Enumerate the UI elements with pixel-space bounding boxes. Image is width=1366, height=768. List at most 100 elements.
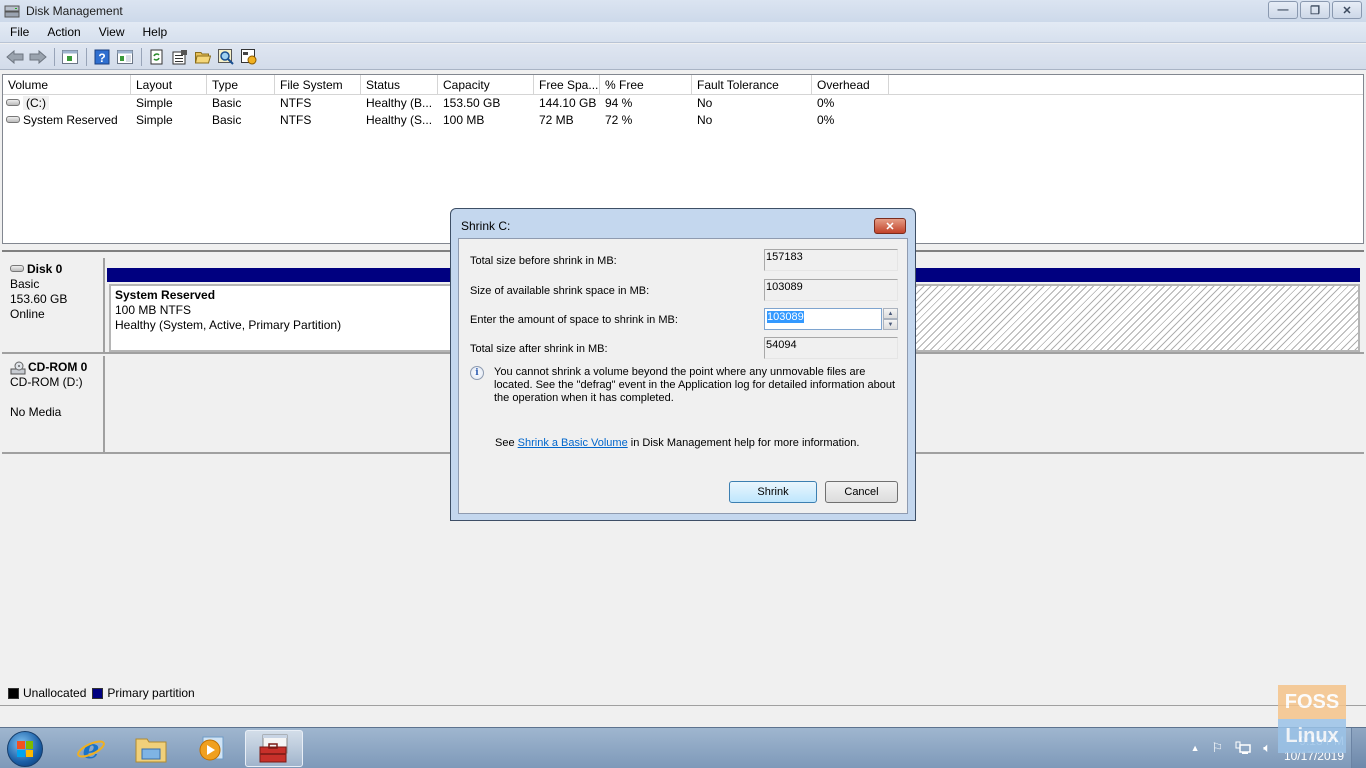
cdrom-state: No Media [10, 405, 62, 419]
forward-button[interactable] [27, 47, 49, 67]
disk-icon [10, 265, 24, 272]
toolbar-separator [86, 47, 87, 66]
toolbar-separator [141, 47, 142, 66]
folder-icon [135, 738, 167, 762]
cdrom-name: CD-ROM 0 [28, 360, 88, 374]
column-header-status[interactable]: Status [361, 75, 438, 94]
show-hide-action-pane-button[interactable] [114, 47, 136, 67]
properties-button[interactable] [169, 47, 191, 67]
disk-0-label[interactable]: Disk 0 Basic 153.60 GB Online [2, 258, 105, 352]
column-header-fault-tolerance[interactable]: Fault Tolerance [692, 75, 812, 94]
available-shrink-label: Size of available shrink space in MB: [470, 285, 650, 297]
column-header-free-space[interactable]: Free Spa... [534, 75, 600, 94]
shrink-help-link[interactable]: Shrink a Basic Volume [518, 437, 628, 449]
disk-size: 153.60 GB [10, 292, 68, 306]
internet-explorer-icon: e [77, 735, 105, 764]
shrink-amount-label: Enter the amount of space to shrink in M… [470, 314, 678, 326]
status-cell: Healthy (B... [366, 96, 433, 110]
help-prefix: See [495, 437, 518, 449]
svg-text:?: ? [98, 51, 105, 65]
refresh-icon [150, 49, 163, 64]
table-row[interactable]: (C:) Simple Basic NTFS Healthy (B... 153… [3, 95, 1363, 112]
menu-view[interactable]: View [89, 25, 133, 39]
column-header-percent-free[interactable]: % Free [600, 75, 692, 94]
column-header-capacity[interactable]: Capacity [438, 75, 534, 94]
column-header-file-system[interactable]: File System [275, 75, 361, 94]
dialog-title: Shrink C: [461, 219, 511, 233]
menu-bar: File Action View Help [0, 22, 1366, 43]
show-desktop-button[interactable] [1351, 728, 1366, 768]
partition-system-reserved[interactable]: System Reserved 100 MB NTFS Healthy (Sys… [109, 284, 454, 352]
refresh-button[interactable] [146, 47, 168, 67]
partition-detail: 100 MB NTFS [115, 303, 192, 317]
legend-swatch-unallocated [8, 687, 19, 699]
back-button[interactable] [4, 47, 26, 67]
network-icon[interactable] [1235, 741, 1251, 755]
help-button[interactable]: ? [91, 47, 113, 67]
menu-action[interactable]: Action [37, 25, 88, 39]
cancel-button[interactable]: Cancel [825, 481, 898, 503]
cdrom-0-label[interactable]: CD-ROM 0 CD-ROM (D:) No Media [2, 356, 105, 452]
windows-logo-icon [17, 741, 33, 757]
taskbar-media-player[interactable] [182, 730, 240, 767]
column-header-layout[interactable]: Layout [131, 75, 207, 94]
fault-tolerance-cell: No [697, 96, 713, 110]
back-icon [6, 49, 24, 64]
show-hidden-icons-button[interactable]: ▲ [1191, 743, 1200, 753]
table-row[interactable]: System Reserved Simple Basic NTFS Health… [3, 112, 1363, 129]
percent-free-cell: 72 % [605, 113, 633, 127]
help-line: See Shrink a Basic Volume in Disk Manage… [495, 437, 859, 449]
start-button[interactable] [7, 731, 43, 767]
media-player-icon [199, 736, 224, 760]
volume-icon[interactable]: 🔈︎ [1263, 740, 1271, 756]
column-header-volume[interactable]: Volume [3, 75, 131, 94]
available-shrink-value: 103089 [764, 279, 898, 301]
close-button[interactable]: ✕ [1332, 1, 1362, 19]
info-text: You cannot shrink a volume beyond the po… [494, 366, 896, 404]
menu-help[interactable]: Help [133, 25, 176, 39]
taskbar-windows-explorer[interactable] [122, 730, 180, 767]
search-button[interactable] [215, 47, 237, 67]
taskbar: e ▲ ⚐ 🔈︎ 9:13 PM 10/17/2019 [0, 727, 1366, 768]
shrink-amount-input[interactable]: 103089 [764, 308, 882, 330]
list-header: Volume Layout Type File System Status Ca… [3, 75, 1363, 95]
cdrom-icon [10, 361, 26, 374]
minimize-button[interactable]: — [1268, 1, 1298, 19]
taskbar-internet-explorer[interactable]: e [62, 730, 120, 767]
column-header-type[interactable]: Type [207, 75, 275, 94]
legend-label-primary: Primary partition [107, 686, 195, 700]
legend-swatch-primary [92, 687, 104, 699]
system-tray: ▲ ⚐ 🔈︎ [1191, 740, 1271, 756]
spin-up-button[interactable]: ▲ [883, 308, 898, 319]
volume-name: System Reserved [23, 113, 118, 127]
shrink-button[interactable]: Shrink [729, 481, 817, 503]
type-cell: Basic [212, 96, 242, 110]
total-before-value: 157183 [764, 249, 898, 271]
restore-button[interactable]: ❐ [1300, 1, 1330, 19]
dialog-close-button[interactable]: ✕ [874, 218, 906, 234]
column-header-overhead[interactable]: Overhead [812, 75, 889, 94]
spin-down-button[interactable]: ▼ [883, 319, 898, 330]
console-tree-icon [62, 49, 78, 64]
capacity-cell: 153.50 GB [443, 96, 501, 110]
total-after-label: Total size after shrink in MB: [470, 343, 608, 355]
action-center-flag-icon[interactable]: ⚐ [1212, 740, 1224, 756]
forward-icon [29, 49, 47, 64]
open-button[interactable] [192, 47, 214, 67]
properties-icon [172, 49, 187, 64]
drive-icon [6, 99, 20, 107]
free-space-cell: 72 MB [539, 113, 574, 127]
partition-name: System Reserved [115, 288, 216, 302]
watermark-bottom: Linux [1278, 719, 1346, 753]
partition-status: Healthy (System, Active, Primary Partiti… [115, 318, 342, 332]
settings-button[interactable] [238, 47, 260, 67]
menu-file[interactable]: File [0, 25, 37, 39]
watermark-top: FOSS [1278, 685, 1346, 719]
layout-cell: Simple [136, 96, 173, 110]
taskbar-computer-management[interactable] [245, 730, 303, 767]
toolbar: ? [0, 44, 1366, 70]
shrink-dialog: Shrink C: ✕ Total size before shrink in … [450, 208, 916, 521]
window-title: Disk Management [26, 4, 123, 18]
legend: Unallocated Primary partition [8, 686, 195, 700]
show-hide-console-tree-button[interactable] [59, 47, 81, 67]
